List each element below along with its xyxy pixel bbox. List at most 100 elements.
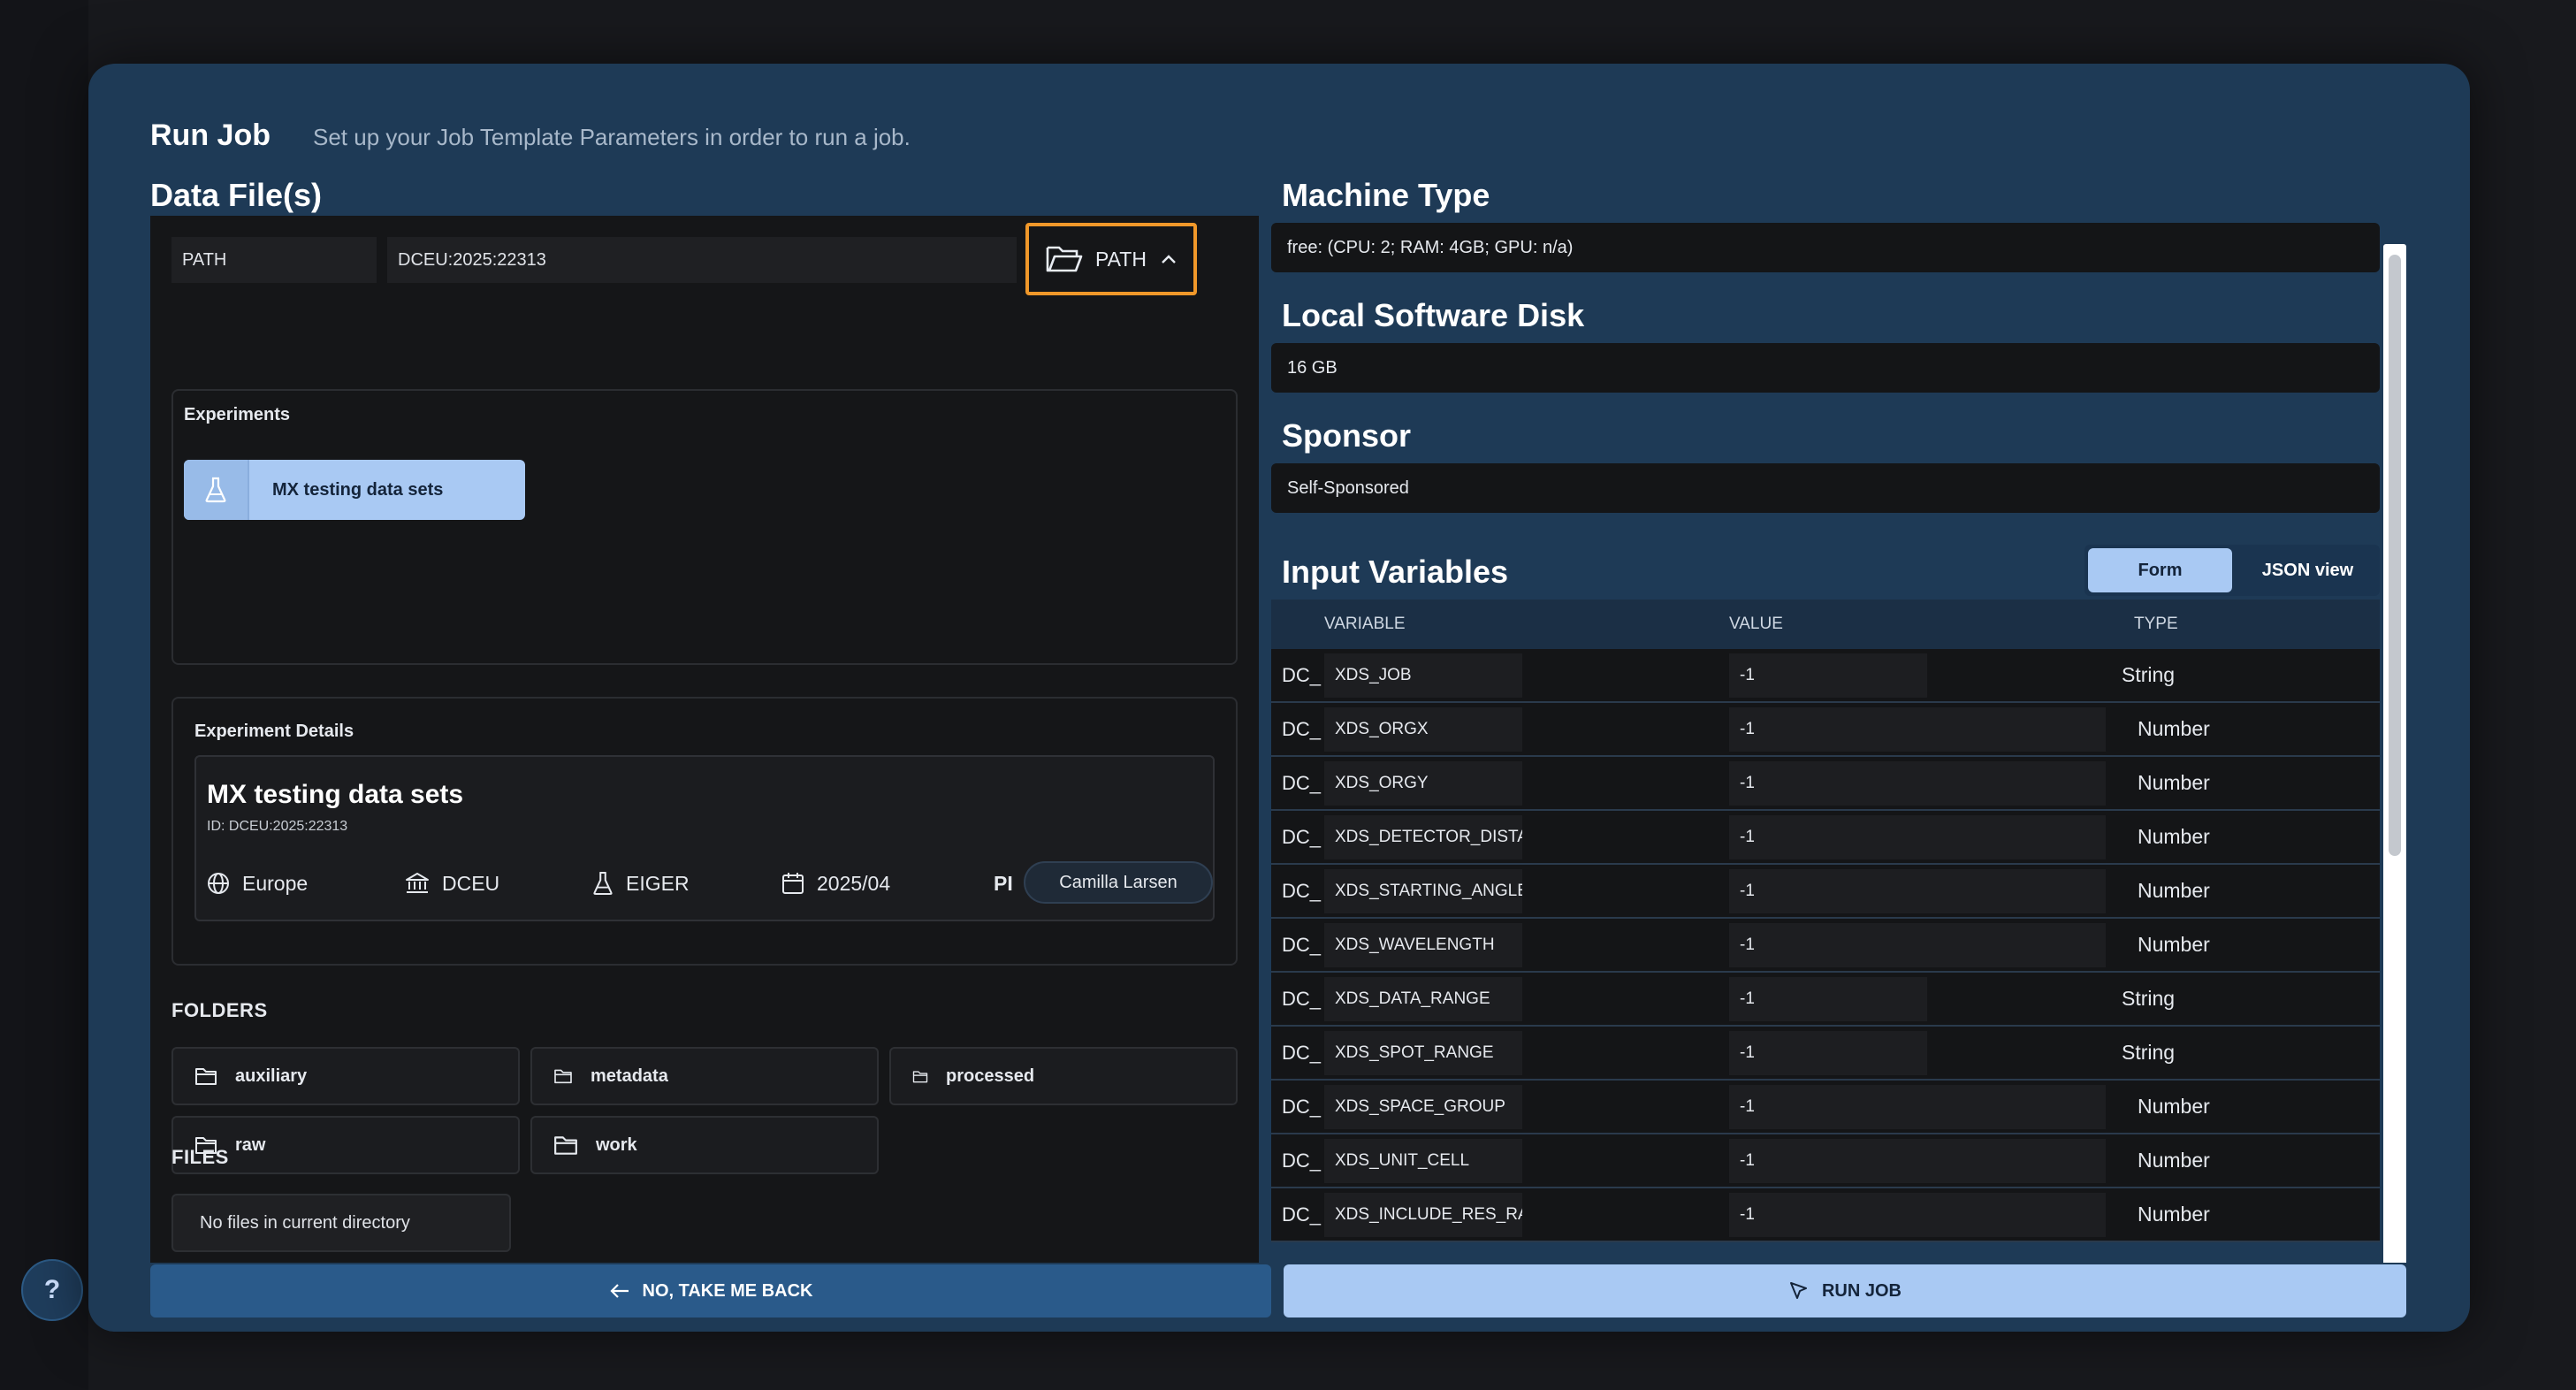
experiments-title: Experiments <box>184 405 291 424</box>
variable-name-field[interactable]: XDS_ORGY <box>1324 760 1522 806</box>
path-browser-toggle-button[interactable]: PATH <box>1025 223 1197 295</box>
variable-value-input[interactable]: -1 <box>1729 706 2106 752</box>
table-row: DC_ XDS_ORGY -1 Number <box>1271 757 2380 811</box>
modal-header: Run Job Set up your Job Template Paramet… <box>150 118 911 153</box>
experiment-item[interactable]: MX testing data sets <box>184 460 525 520</box>
variable-prefix: DC_ <box>1282 1203 1322 1226</box>
sponsor-heading: Sponsor <box>1282 417 1412 454</box>
variable-name-field[interactable]: XDS_INCLUDE_RES_RA <box>1324 1192 1522 1237</box>
variable-type: Number <box>2138 1095 2210 1118</box>
variable-value-input[interactable]: -1 <box>1729 814 2106 859</box>
variable-value-input[interactable]: -1 <box>1729 760 2106 806</box>
region-text: Europe <box>242 871 309 895</box>
files-heading: FILES <box>171 1146 229 1168</box>
pi-chip[interactable]: Camilla Larsen <box>1024 861 1213 904</box>
variable-value-input[interactable]: -1 <box>1729 976 1927 1021</box>
chevron-up-icon <box>1162 255 1176 263</box>
variable-name-field[interactable]: XDS_SPOT_RANGE <box>1324 1030 1522 1075</box>
run-job-label: RUN JOB <box>1821 1280 1902 1301</box>
json-view-tab[interactable]: JSON view <box>2236 545 2380 596</box>
experiment-details-title: Experiment Details <box>194 722 354 741</box>
folder-item[interactable]: processed <box>889 1047 1238 1105</box>
table-row: DC_ XDS_INCLUDE_RES_RA -1 Number <box>1271 1188 2380 1242</box>
flask-icon <box>593 871 613 896</box>
variable-prefix: DC_ <box>1282 987 1322 1010</box>
job-settings-section: Machine Type free: (CPU: 2; RAM: 4GB; GP… <box>1271 177 2412 1263</box>
table-row: DC_ XDS_UNIT_CELL -1 Number <box>1271 1134 2380 1188</box>
variable-name-field[interactable]: XDS_UNIT_CELL <box>1324 1138 1522 1183</box>
experiment-details-card: Experiment Details MX testing data sets … <box>171 697 1238 966</box>
experiment-item-label: MX testing data sets <box>272 479 444 500</box>
files-empty-message: No files in current directory <box>171 1194 511 1252</box>
variable-name-field[interactable]: XDS_JOB <box>1324 653 1522 698</box>
modal-title: Run Job <box>150 118 271 152</box>
variable-value-input[interactable]: -1 <box>1729 1030 1927 1075</box>
folder-label: metadata <box>591 1065 668 1086</box>
institution-icon <box>406 873 429 893</box>
table-row: DC_ XDS_ORGX -1 Number <box>1271 703 2380 757</box>
variable-name-field[interactable]: XDS_ORGX <box>1324 706 1522 752</box>
variable-prefix: DC_ <box>1282 663 1322 686</box>
variable-prefix: DC_ <box>1282 825 1322 848</box>
variable-type: String <box>2122 1041 2176 1064</box>
facility-text: DCEU <box>442 871 500 895</box>
data-files-heading: Data File(s) <box>150 177 323 213</box>
table-row: DC_ XDS_SPOT_RANGE -1 String <box>1271 1027 2380 1081</box>
variable-value-input[interactable]: -1 <box>1729 1192 2106 1237</box>
folder-item[interactable]: auxiliary <box>171 1047 520 1105</box>
variable-prefix: DC_ <box>1282 1095 1322 1118</box>
input-variables-heading: Input Variables <box>1282 554 1509 590</box>
local-software-disk-select[interactable]: 16 GB <box>1271 343 2380 393</box>
experiment-name: MX testing data sets <box>207 780 464 809</box>
folder-label: work <box>596 1134 637 1155</box>
variable-value-input[interactable]: -1 <box>1729 922 2106 967</box>
variable-prefix: DC_ <box>1282 1041 1322 1064</box>
table-header: VARIABLE VALUE TYPE <box>1271 600 2380 649</box>
column-header-type: TYPE <box>2134 615 2178 633</box>
instrument-meta: EIGER <box>592 871 690 896</box>
variable-prefix: DC_ <box>1282 879 1322 902</box>
path-type-field[interactable]: PATH <box>171 237 377 283</box>
variable-name-field[interactable]: XDS_SPACE_GROUP <box>1324 1084 1522 1129</box>
variable-name-field[interactable]: XDS_DETECTOR_DISTA <box>1324 814 1522 859</box>
scrollbar-thumb[interactable] <box>2389 255 2401 856</box>
folder-icon <box>554 1136 577 1155</box>
variable-type: String <box>2122 663 2176 686</box>
variable-prefix: DC_ <box>1282 717 1322 740</box>
variable-value-input[interactable]: -1 <box>1729 868 2106 913</box>
table-row: DC_ XDS_STARTING_ANGLE -1 Number <box>1271 865 2380 919</box>
date-meta: 2025/04 <box>781 872 890 896</box>
help-button[interactable]: ? <box>21 1259 83 1321</box>
folder-item[interactable]: metadata <box>530 1047 879 1105</box>
variable-type: Number <box>2138 1149 2210 1172</box>
path-value-field[interactable]: DCEU:2025:22313 <box>387 237 1017 283</box>
run-job-modal: Run Job Set up your Job Template Paramet… <box>88 64 2470 1332</box>
local-software-disk-heading: Local Software Disk <box>1282 297 1585 333</box>
take-me-back-button[interactable]: NO, TAKE ME BACK <box>150 1264 1271 1317</box>
date-text: 2025/04 <box>817 871 891 895</box>
variable-type: String <box>2122 987 2176 1010</box>
globe-icon <box>208 873 229 894</box>
folder-item[interactable]: work <box>530 1116 879 1174</box>
variable-name-field[interactable]: XDS_DATA_RANGE <box>1324 976 1522 1021</box>
folder-icon <box>554 1069 572 1084</box>
folder-label: processed <box>946 1065 1035 1086</box>
variable-name-field[interactable]: XDS_WAVELENGTH <box>1324 922 1522 967</box>
modal-subtitle: Set up your Job Template Parameters in o… <box>312 124 911 150</box>
variable-value-input[interactable]: -1 <box>1729 1138 2106 1183</box>
machine-type-select[interactable]: free: (CPU: 2; RAM: 4GB; GPU: n/a) <box>1271 223 2380 272</box>
column-header-value: VALUE <box>1729 615 1783 633</box>
region-meta: Europe <box>207 872 308 896</box>
folder-label: auxiliary <box>235 1065 308 1086</box>
folder-icon <box>912 1070 928 1082</box>
variable-name-field[interactable]: XDS_STARTING_ANGLE <box>1324 868 1522 913</box>
run-job-button[interactable]: RUN JOB <box>1284 1264 2406 1317</box>
arrow-left-icon <box>609 1284 629 1298</box>
sponsor-select[interactable]: Self-Sponsored <box>1271 463 2380 513</box>
folder-open-icon <box>1046 246 1083 272</box>
variable-value-input[interactable]: -1 <box>1729 1084 2106 1129</box>
variable-value-input[interactable]: -1 <box>1729 653 1927 698</box>
instrument-text: EIGER <box>626 871 690 895</box>
form-view-tab[interactable]: Form <box>2088 548 2232 592</box>
variable-type: Number <box>2138 933 2210 956</box>
